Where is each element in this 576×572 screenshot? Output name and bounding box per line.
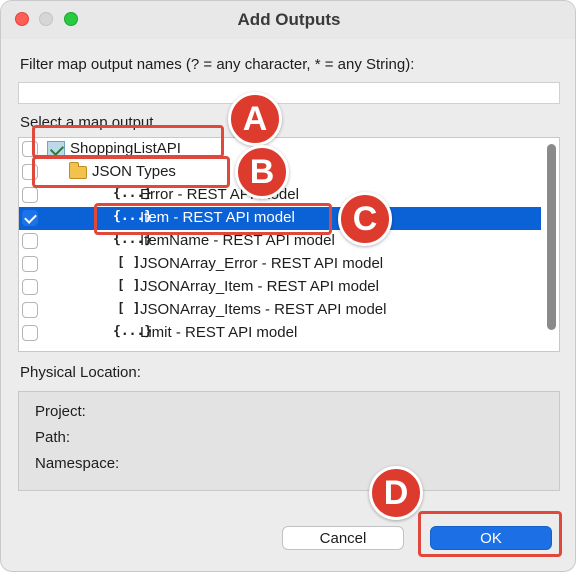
tree-row-limit[interactable]: {...} Limit - REST API model: [19, 322, 541, 345]
callout-box-a: [32, 125, 224, 158]
row-checkbox[interactable]: [22, 256, 38, 272]
callout-badge-d: D: [369, 466, 423, 520]
dialog-title: Add Outputs: [237, 10, 341, 29]
callout-badge-b: B: [235, 145, 289, 199]
row-checkbox[interactable]: [22, 187, 38, 203]
row-checkbox[interactable]: [22, 233, 38, 249]
row-checkbox[interactable]: [22, 210, 38, 226]
callout-box-b: [32, 156, 230, 188]
tree-row-label: Limit - REST API model: [140, 324, 298, 341]
json-array-icon: [ ]: [117, 255, 141, 270]
row-checkbox[interactable]: [22, 325, 38, 341]
callout-badge-a: A: [228, 92, 282, 146]
tree-row-label: JSONArray_Items - REST API model: [140, 301, 387, 318]
row-checkbox[interactable]: [22, 302, 38, 318]
tree-row-label: JSONArray_Item - REST API model: [140, 278, 379, 295]
tree-row-jsonarray-items[interactable]: [ ] JSONArray_Items - REST API model: [19, 299, 541, 322]
callout-badge-c: C: [338, 192, 392, 246]
project-label: Project:: [35, 403, 86, 420]
tree-scrollbar[interactable]: [547, 144, 556, 330]
namespace-label: Namespace:: [35, 455, 120, 472]
path-label: Path:: [35, 429, 71, 446]
json-array-icon: [ ]: [117, 301, 141, 316]
tree-row-label: JSONArray_Error - REST API model: [140, 255, 384, 272]
tree-row-jsonarray-error[interactable]: [ ] JSONArray_Error - REST API model: [19, 253, 541, 276]
filter-input[interactable]: [18, 82, 560, 104]
row-checkbox[interactable]: [22, 279, 38, 295]
cancel-button[interactable]: Cancel: [282, 526, 404, 550]
physical-location-label: Physical Location:: [20, 364, 141, 381]
tree-row-jsonarray-item[interactable]: [ ] JSONArray_Item - REST API model: [19, 276, 541, 299]
callout-box-c: [94, 203, 332, 235]
callout-box-d: [418, 511, 562, 557]
json-array-icon: [ ]: [117, 278, 141, 293]
filter-label: Filter map output names (? = any charact…: [20, 56, 415, 73]
title-bar: Add Outputs: [1, 1, 575, 39]
add-outputs-dialog: Add Outputs Filter map output names (? =…: [0, 0, 576, 572]
physical-location-panel: Project: Path: Namespace:: [18, 391, 560, 491]
